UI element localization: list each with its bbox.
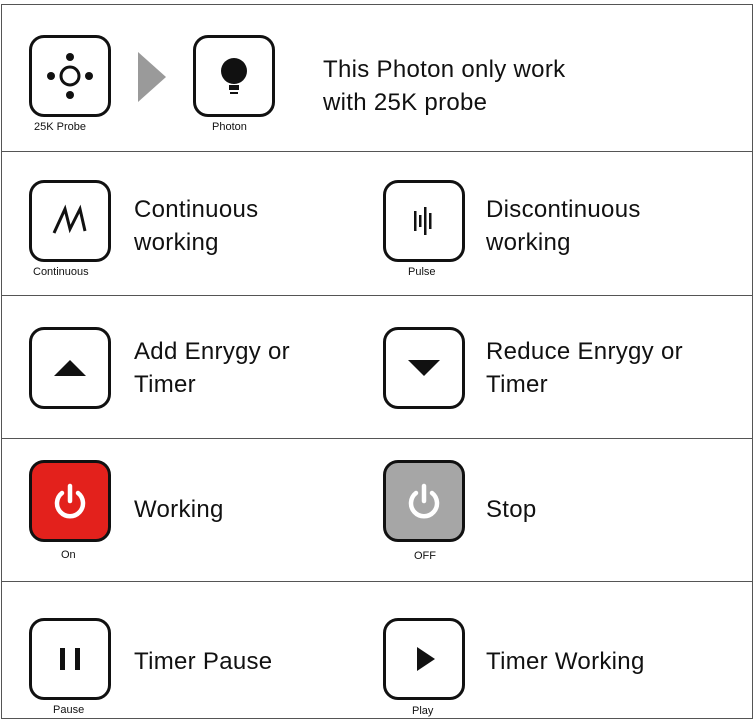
crosshair-dots-icon — [47, 53, 93, 99]
pulse-button[interactable] — [383, 180, 465, 262]
power-icon — [54, 483, 86, 519]
triangle-down-icon — [408, 360, 440, 376]
power-on-text: Working — [134, 493, 224, 526]
decrease-text-line-2: Timer — [486, 371, 548, 398]
play-text: Timer Working — [486, 645, 645, 678]
power-icon — [408, 483, 440, 519]
triangle-up-icon — [54, 360, 86, 376]
power-off-text-line-1: Stop — [486, 496, 537, 523]
divider-row-1 — [1, 151, 752, 152]
continuous-caption: Continuous — [33, 266, 89, 278]
decrease-button[interactable] — [383, 327, 465, 409]
continuous-wave-icon — [52, 204, 87, 234]
probe-button — [29, 35, 111, 117]
play-button[interactable] — [383, 618, 465, 700]
bulb-icon — [221, 58, 247, 94]
arrow-right-icon — [138, 52, 166, 102]
pulse-caption: Pulse — [408, 266, 436, 278]
probe-caption: 25K Probe — [34, 121, 86, 133]
continuous-button[interactable] — [29, 180, 111, 262]
photon-note-line-2: with 25K probe — [323, 89, 488, 116]
photon-note-line-1: This Photon only work — [323, 56, 566, 83]
continuous-text: Continuous working — [134, 193, 258, 259]
divider-top — [1, 4, 752, 5]
decrease-text-line-1: Reduce Enrygy or — [486, 338, 683, 365]
photon-button — [193, 35, 275, 117]
photon-caption: Photon — [212, 121, 247, 133]
pulse-text-line-2: working — [486, 229, 571, 256]
pause-icon — [60, 648, 80, 670]
pause-button[interactable] — [29, 618, 111, 700]
continuous-text-line-1: Continuous — [134, 196, 259, 223]
divider-row-2 — [1, 295, 752, 296]
increase-text-line-2: Timer — [134, 371, 196, 398]
pulse-text-line-1: Discontinuous — [486, 196, 641, 223]
increase-text: Add Enrygy or Timer — [134, 335, 290, 401]
pause-caption: Pause — [53, 704, 85, 716]
play-icon — [417, 647, 435, 671]
increase-text-line-1: Add Enrygy or — [134, 338, 290, 365]
pause-text: Timer Pause — [134, 645, 272, 678]
play-caption: Play — [412, 705, 434, 717]
power-off-text: Stop — [486, 493, 537, 526]
photon-note: This Photon only work with 25K probe — [323, 53, 565, 119]
increase-button[interactable] — [29, 327, 111, 409]
pulse-icon — [414, 207, 432, 235]
power-on-caption: On — [61, 549, 76, 561]
pulse-text: Discontinuous working — [486, 193, 641, 259]
power-off-caption: OFF — [414, 550, 436, 562]
divider-row-4 — [1, 581, 752, 582]
continuous-text-line-2: working — [134, 229, 219, 256]
play-text-line-1: Timer Working — [486, 648, 645, 675]
pause-text-line-1: Timer Pause — [134, 648, 273, 675]
power-on-button[interactable] — [29, 460, 111, 542]
decrease-text: Reduce Enrygy or Timer — [486, 335, 683, 401]
divider-row-3 — [1, 438, 752, 439]
power-off-button[interactable] — [383, 460, 465, 542]
power-on-text-line-1: Working — [134, 496, 224, 523]
